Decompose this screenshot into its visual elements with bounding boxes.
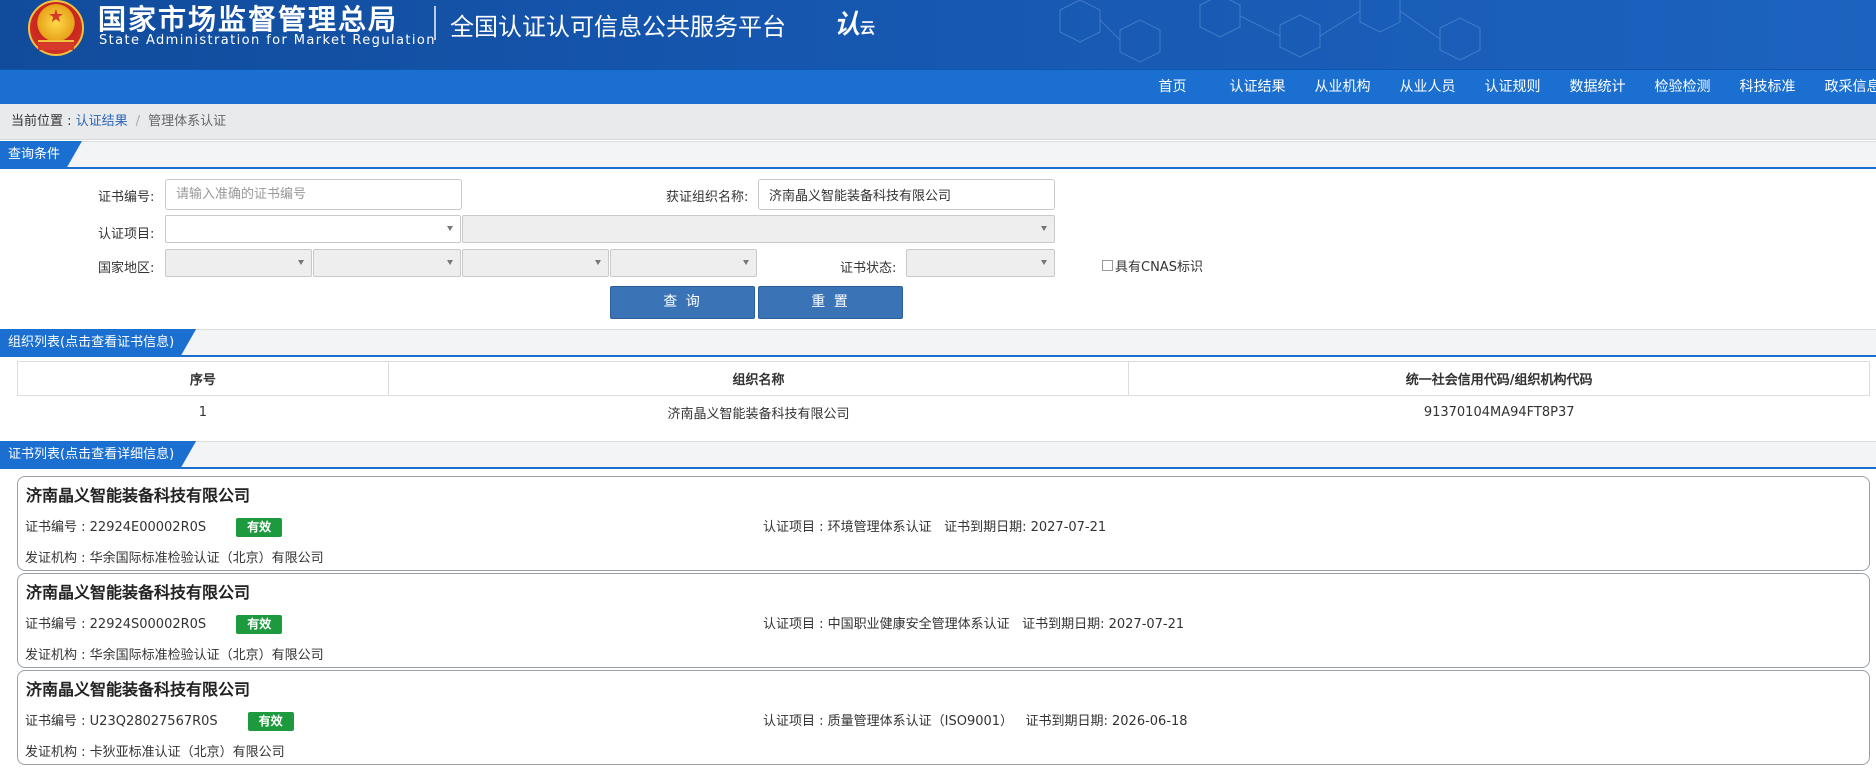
national-emblem-icon: [28, 0, 84, 56]
table-row[interactable]: 1 济南晶义智能装备科技有限公司 91370104MA94FT8P37: [18, 396, 1870, 430]
chevron-down-icon: [743, 260, 749, 265]
region-country-select[interactable]: [165, 249, 312, 277]
search-button[interactable]: 查 询: [610, 286, 755, 319]
cert-item-row: 认证项目 : 环境管理体系认证 证书到期日期: 2027-07-21: [763, 520, 1107, 535]
breadcrumb-current: 管理体系认证: [148, 114, 227, 129]
cert-issuer-row: 发证机构 : 华余国际标准检验认证（北京）有限公司: [25, 551, 324, 566]
logo-text: 认: [834, 10, 861, 40]
nav-item-personnel[interactable]: 从业人员: [1385, 70, 1470, 105]
breadcrumb: 当前位置 : 认证结果 / 管理体系认证: [0, 104, 1876, 140]
col-header-credit-code: 统一社会信用代码/组织机构代码: [1128, 361, 1870, 396]
cert-no-row: 证书编号 : 22924S00002R0S 有效: [25, 613, 283, 634]
cert-status-label: 证书状态:: [840, 261, 897, 276]
chevron-down-icon: [447, 260, 453, 265]
site-banner: 国家市场监督管理总局 State Administration for Mark…: [0, 0, 1876, 69]
nav-item-cert-results[interactable]: 认证结果: [1215, 70, 1300, 105]
cert-issuer-value: 华余国际标准检验认证（北京）有限公司: [89, 551, 324, 566]
cnas-checkbox[interactable]: 具有CNAS标识: [1102, 256, 1203, 275]
checkbox-box[interactable]: [1102, 260, 1113, 271]
nav-item-inspection[interactable]: 检验检测: [1640, 70, 1725, 105]
platform-title: 全国认证认可信息公共服务平台: [450, 13, 786, 41]
col-header-index: 序号: [17, 361, 389, 396]
cert-item-row: 认证项目 : 中国职业健康安全管理体系认证 证书到期日期: 2027-07-21: [763, 617, 1185, 632]
status-badge: 有效: [247, 712, 294, 731]
nav-item-procurement[interactable]: 政采信息: [1810, 70, 1876, 105]
logo-subtext: 云: [860, 19, 876, 37]
nav-item-home[interactable]: 首页: [1130, 70, 1215, 105]
renzheng-yun-logo: 认云: [834, 4, 875, 41]
chevron-down-icon: [298, 260, 304, 265]
cert-no-value: U23Q28027567R0S: [89, 714, 218, 729]
cert-expiry-value: 2027-07-21: [1030, 520, 1107, 535]
cert-no-value: 22924E00002R0S: [89, 520, 207, 535]
nav-item-statistics[interactable]: 数据统计: [1555, 70, 1640, 105]
cert-no-input[interactable]: [165, 179, 462, 210]
cell-org-name[interactable]: 济南晶义智能装备科技有限公司: [388, 396, 1129, 430]
cert-list-section-header: 证书列表(点击查看详细信息): [0, 441, 1876, 469]
cert-card[interactable]: 济南晶义智能装备科技有限公司 证书编号 : 22924E00002R0S 有效 认…: [17, 476, 1870, 571]
cert-card[interactable]: 济南晶义智能装备科技有限公司 证书编号 : U23Q28027567R0S 有效 …: [17, 670, 1870, 765]
cert-item-select[interactable]: [165, 215, 461, 243]
cnas-label: 具有CNAS标识: [1115, 260, 1203, 275]
cert-no-label: 证书编号:: [98, 190, 155, 205]
nav-item-tech-standards[interactable]: 科技标准: [1725, 70, 1810, 105]
main-nav: 首页 认证结果 从业机构 从业人员 认证规则 数据统计 检验检测 科技标准 政采…: [0, 69, 1876, 104]
cert-item-value: 质量管理体系认证（ISO9001）: [827, 714, 1014, 729]
chevron-down-icon: [595, 260, 601, 265]
chevron-down-icon: [1041, 226, 1047, 231]
cert-expiry-value: 2027-07-21: [1108, 617, 1185, 632]
cert-item-value: 中国职业健康安全管理体系认证: [827, 617, 1010, 632]
cell-credit-code: 91370104MA94FT8P37: [1423, 405, 1575, 421]
cert-item-label: 认证项目:: [98, 227, 155, 242]
cert-expiry-value: 2026-06-18: [1112, 714, 1188, 729]
cert-status-select[interactable]: [906, 249, 1055, 277]
cert-org-name[interactable]: 济南晶义智能装备科技有限公司: [26, 579, 250, 603]
breadcrumb-label: 当前位置 :: [11, 114, 72, 129]
col-header-org-name: 组织名称: [387, 361, 1130, 396]
cert-list-section-title: 证书列表(点击查看详细信息): [0, 441, 196, 469]
org-table: 序号 组织名称 统一社会信用代码/组织机构代码 1 济南晶义智能装备科技有限公司…: [17, 361, 1870, 430]
nav-item-institutions[interactable]: 从业机构: [1300, 70, 1385, 105]
org-name-en: State Administration for Market Regulati…: [99, 33, 436, 48]
org-table-header: 序号 组织名称 统一社会信用代码/组织机构代码: [17, 361, 1870, 396]
breadcrumb-separator: /: [135, 114, 141, 129]
region-label: 国家地区:: [98, 261, 155, 276]
cert-org-name[interactable]: 济南晶义智能装备科技有限公司: [26, 676, 250, 700]
breadcrumb-link-cert-results[interactable]: 认证结果: [76, 114, 128, 129]
header-divider: [434, 6, 436, 40]
cert-no-row: 证书编号 : U23Q28027567R0S 有效: [25, 710, 294, 731]
cert-item-value: 环境管理体系认证: [827, 520, 932, 535]
cert-card[interactable]: 济南晶义智能装备科技有限公司 证书编号 : 22924S00002R0S 有效 认…: [17, 573, 1870, 668]
nav-item-cert-rules[interactable]: 认证规则: [1470, 70, 1555, 105]
chevron-down-icon: [447, 226, 453, 231]
reset-button[interactable]: 重 置: [758, 286, 903, 319]
org-list-section-header: 组织列表(点击查看证书信息): [0, 329, 1876, 357]
status-badge: 有效: [236, 615, 283, 634]
cert-issuer-value: 卡狄亚标准认证（北京）有限公司: [89, 745, 285, 760]
region-city-select[interactable]: [462, 249, 609, 277]
org-list-section-title: 组织列表(点击查看证书信息): [0, 329, 196, 357]
hexagon-pattern-decoration: [1059, 0, 1481, 63]
query-section-header: 查询条件: [0, 141, 1876, 169]
cert-issuer-value: 华余国际标准检验认证（北京）有限公司: [89, 648, 324, 663]
status-badge: 有效: [236, 518, 283, 537]
chevron-down-icon: [1041, 260, 1047, 265]
cert-subitem-select[interactable]: [462, 215, 1055, 243]
cert-item-row: 认证项目 : 质量管理体系认证（ISO9001） 证书到期日期: 2026-06…: [763, 714, 1188, 729]
region-district-select[interactable]: [610, 249, 757, 277]
org-name-input[interactable]: [758, 179, 1055, 210]
cert-issuer-row: 发证机构 : 华余国际标准检验认证（北京）有限公司: [25, 648, 324, 663]
cert-org-name[interactable]: 济南晶义智能装备科技有限公司: [26, 482, 250, 506]
cell-index: 1: [198, 405, 208, 421]
org-name-label: 获证组织名称:: [666, 190, 749, 205]
region-province-select[interactable]: [313, 249, 461, 277]
cert-no-value: 22924S00002R0S: [89, 617, 207, 632]
cert-issuer-row: 发证机构 : 卡狄亚标准认证（北京）有限公司: [25, 745, 285, 760]
cert-no-row: 证书编号 : 22924E00002R0S 有效: [25, 516, 283, 537]
